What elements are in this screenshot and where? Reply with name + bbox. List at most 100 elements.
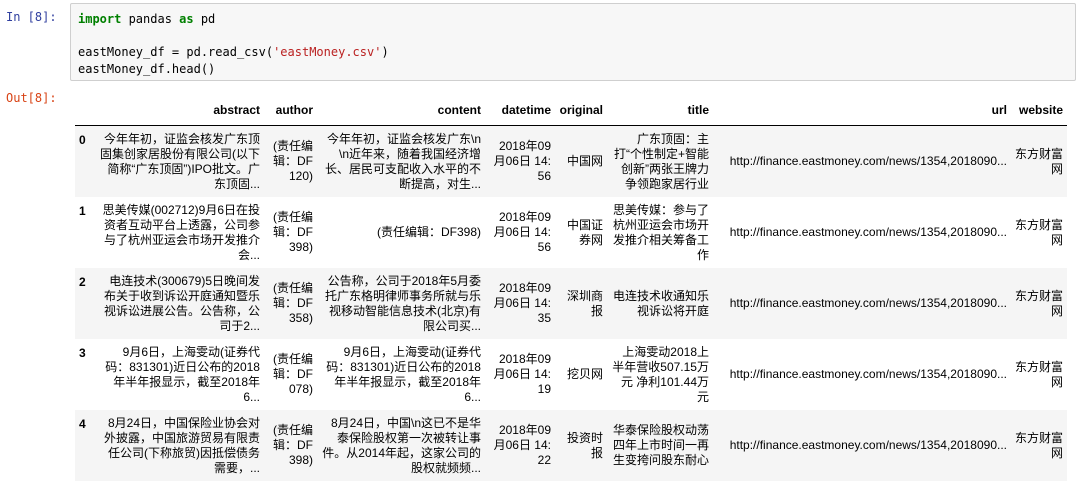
cell-author: (责任编辑：DF358) [264, 268, 317, 339]
row-index: 3 [79, 346, 86, 360]
cell-text: 公告称，公司于2018年5月委托广东格明律师事务所就与乐视移动智能信息技术(北京… [324, 273, 481, 333]
cell-abstract: 思美传媒(002712)9月6日在投资者互动平台上透露，公司参与了杭州亚运会市场… [95, 197, 264, 268]
table-row: 3 9月6日，上海雯动(证券代码：831301)近日公布的2018年半年报显示，… [75, 339, 1067, 410]
column-header-datetime: datetime [485, 103, 555, 126]
input-prompt: In [8]: [6, 10, 57, 24]
cell-content: 9月6日，上海雯动(证券代码：831301)近日公布的2018年半年报显示，截至… [317, 339, 485, 410]
cell-abstract: 电连技术(300679)5日晚间发布关于收到诉讼开庭通知暨乐视诉讼进展公告。公告… [95, 268, 264, 339]
cell-text: 上海雯动2018上半年营收507.15万元 净利101.44万元 [612, 344, 709, 404]
table-row: 0 今年年初，证监会核发广东顶固集创家居股份有限公司(以下简称“广东顶固”)IP… [75, 125, 1067, 197]
cell-text: 9月6日，上海雯动(证券代码：831301)近日公布的2018年半年报显示，截至… [105, 344, 260, 404]
cell-website: 东方财富网 [1011, 197, 1067, 268]
cell-text: 广东顶固：主打“个性制定+智能创新”两张王牌力争领跑家居行业 [613, 131, 709, 191]
cell-text: 思美传媒：参与了杭州亚运会市场开发推介相关筹备工作 [612, 202, 709, 262]
cell-text: 东方财富网 [1015, 217, 1063, 247]
code-line-1: import pandas as pd [78, 11, 389, 28]
cell-original: 挖贝网 [555, 339, 607, 410]
cell-content: 今年年初，证监会核发广东\n\n近年来，随着我国经济增长、居民可支配收入水平的不… [317, 125, 485, 197]
row-index: 0 [75, 125, 95, 197]
cell-text: 华泰保险股权动荡四年上市时间一再生变挎问股东耐心 [612, 423, 709, 467]
cell-text: (责任编辑：DF358) [273, 281, 313, 325]
code-editor[interactable]: import pandas as pd eastMoney_df = pd.rea… [78, 11, 389, 77]
keyword-as: as [179, 12, 194, 26]
cell-text: 投资时报 [566, 430, 603, 460]
cell-text: 2018年09月06日 14:22 [493, 423, 551, 467]
table-header-row: abstract author content datetime origina… [75, 103, 1067, 126]
code-text: ) [381, 45, 389, 59]
cell-website: 东方财富网 [1011, 125, 1067, 197]
cell-text: (责任编辑：DF120) [273, 139, 313, 183]
cell-author: (责任编辑：DF398) [264, 197, 317, 268]
cell-title: 思美传媒：参与了杭州亚运会市场开发推介相关筹备工作 [607, 197, 713, 268]
cell-original: 深圳商报 [555, 268, 607, 339]
cell-abstract: 9月6日，上海雯动(证券代码：831301)近日公布的2018年半年报显示，截至… [95, 339, 264, 410]
string-literal: 'eastMoney.csv' [273, 45, 382, 59]
cell-website: 东方财富网 [1011, 410, 1067, 481]
cell-text: 电连技术收通知乐视诉讼将开庭 [612, 288, 709, 318]
cell-text: 2018年09月06日 14:56 [493, 210, 551, 254]
cell-datetime: 2018年09月06日 14:19 [485, 339, 555, 410]
cell-url: http://finance.eastmoney.com/news/1354,2… [713, 268, 1011, 339]
cell-text: (责任编辑：DF398) [273, 210, 313, 254]
cell-text: 东方财富网 [1015, 288, 1063, 318]
cell-text: 2018年09月06日 14:19 [493, 352, 551, 396]
column-header-author: author [264, 103, 317, 126]
cell-text: 2018年09月06日 14:56 [493, 139, 551, 183]
cell-text: 8月24日，中国保险业协会对外披露，中国旅游贸易有限责任公司(下称旅贸)因抵偿债… [103, 415, 260, 475]
cell-author: (责任编辑：DF120) [264, 125, 317, 197]
cell-url: http://finance.eastmoney.com/news/1354,2… [713, 339, 1011, 410]
cell-title: 华泰保险股权动荡四年上市时间一再生变挎问股东耐心 [607, 410, 713, 481]
cell-url: http://finance.eastmoney.com/news/1354,2… [713, 410, 1011, 481]
cell-abstract: 今年年初，证监会核发广东顶固集创家居股份有限公司(以下简称“广东顶固”)IPO批… [95, 125, 264, 197]
code-text: eastMoney_df = pd.read_csv( [78, 45, 274, 59]
cell-title: 广东顶固：主打“个性制定+智能创新”两张王牌力争领跑家居行业 [607, 125, 713, 197]
cell-url: http://finance.eastmoney.com/news/1354,2… [713, 125, 1011, 197]
cell-author: (责任编辑：DF398) [264, 410, 317, 481]
table-row: 4 8月24日，中国保险业协会对外披露，中国旅游贸易有限责任公司(下称旅贸)因抵… [75, 410, 1067, 481]
cell-text: 9月6日，上海雯动(证券代码：831301)近日公布的2018年半年报显示，截至… [326, 344, 481, 404]
cell-url: http://finance.eastmoney.com/news/1354,2… [713, 197, 1011, 268]
code-cell-input[interactable]: import pandas as pd eastMoney_df = pd.rea… [70, 3, 1076, 81]
cell-website: 东方财富网 [1011, 268, 1067, 339]
cell-text: 今年年初，证监会核发广东\n\n近年来，随着我国经济增长、居民可支配收入水平的不… [324, 131, 481, 191]
column-header-index [75, 103, 95, 126]
cell-text: http://finance.eastmoney.com/news/1354,2… [729, 225, 1007, 239]
cell-text: http://finance.eastmoney.com/news/1354,2… [729, 438, 1007, 452]
cell-text: 思美传媒(002712)9月6日在投资者互动平台上透露，公司参与了杭州亚运会市场… [102, 202, 260, 262]
cell-text: (责任编辑：DF398) [376, 225, 481, 239]
cell-datetime: 2018年09月06日 14:22 [485, 410, 555, 481]
column-header-original: original [555, 103, 607, 126]
cell-datetime: 2018年09月06日 14:56 [485, 197, 555, 268]
cell-text: http://finance.eastmoney.com/news/1354,2… [729, 296, 1007, 310]
cell-original: 中国证券网 [555, 197, 607, 268]
cell-abstract: 8月24日，中国保险业协会对外披露，中国旅游贸易有限责任公司(下称旅贸)因抵偿债… [95, 410, 264, 481]
cell-text: (责任编辑：DF398) [273, 423, 313, 467]
cell-text: 东方财富网 [1015, 146, 1063, 176]
cell-original: 投资时报 [555, 410, 607, 481]
code-text: pandas [121, 12, 180, 26]
output-prompt: Out[8]: [6, 91, 57, 105]
column-header-abstract: abstract [95, 103, 264, 126]
code-text: pd [193, 12, 216, 26]
cell-title: 电连技术收通知乐视诉讼将开庭 [607, 268, 713, 339]
cell-text: (责任编辑：DF078) [273, 352, 313, 396]
cell-text: 东方财富网 [1015, 430, 1063, 460]
row-index: 1 [79, 204, 86, 218]
column-header-url: url [713, 103, 1011, 126]
cell-text: 深圳商报 [566, 288, 603, 318]
cell-content: 8月24日，中国\n这已不是华泰保险股权第一次被转让事件。从2014年起，这家公… [317, 410, 485, 481]
cell-text: 2018年09月06日 14:35 [493, 281, 551, 325]
table-row: 2 电连技术(300679)5日晚间发布关于收到诉讼开庭通知暨乐视诉讼进展公告。… [75, 268, 1067, 339]
cell-datetime: 2018年09月06日 14:35 [485, 268, 555, 339]
row-index: 4 [75, 410, 95, 481]
code-line-3: eastMoney_df = pd.read_csv('eastMoney.cs… [78, 44, 389, 61]
cell-text: 中国证券网 [566, 217, 603, 247]
cell-datetime: 2018年09月06日 14:56 [485, 125, 555, 197]
cell-website: 东方财富网 [1011, 339, 1067, 410]
cell-content: 公告称，公司于2018年5月委托广东格明律师事务所就与乐视移动智能信息技术(北京… [317, 268, 485, 339]
cell-original: 中国网 [555, 125, 607, 197]
keyword-import: import [78, 12, 122, 26]
table-row: 1 思美传媒(002712)9月6日在投资者互动平台上透露，公司参与了杭州亚运会… [75, 197, 1067, 268]
cell-text: 中国网 [566, 154, 603, 168]
